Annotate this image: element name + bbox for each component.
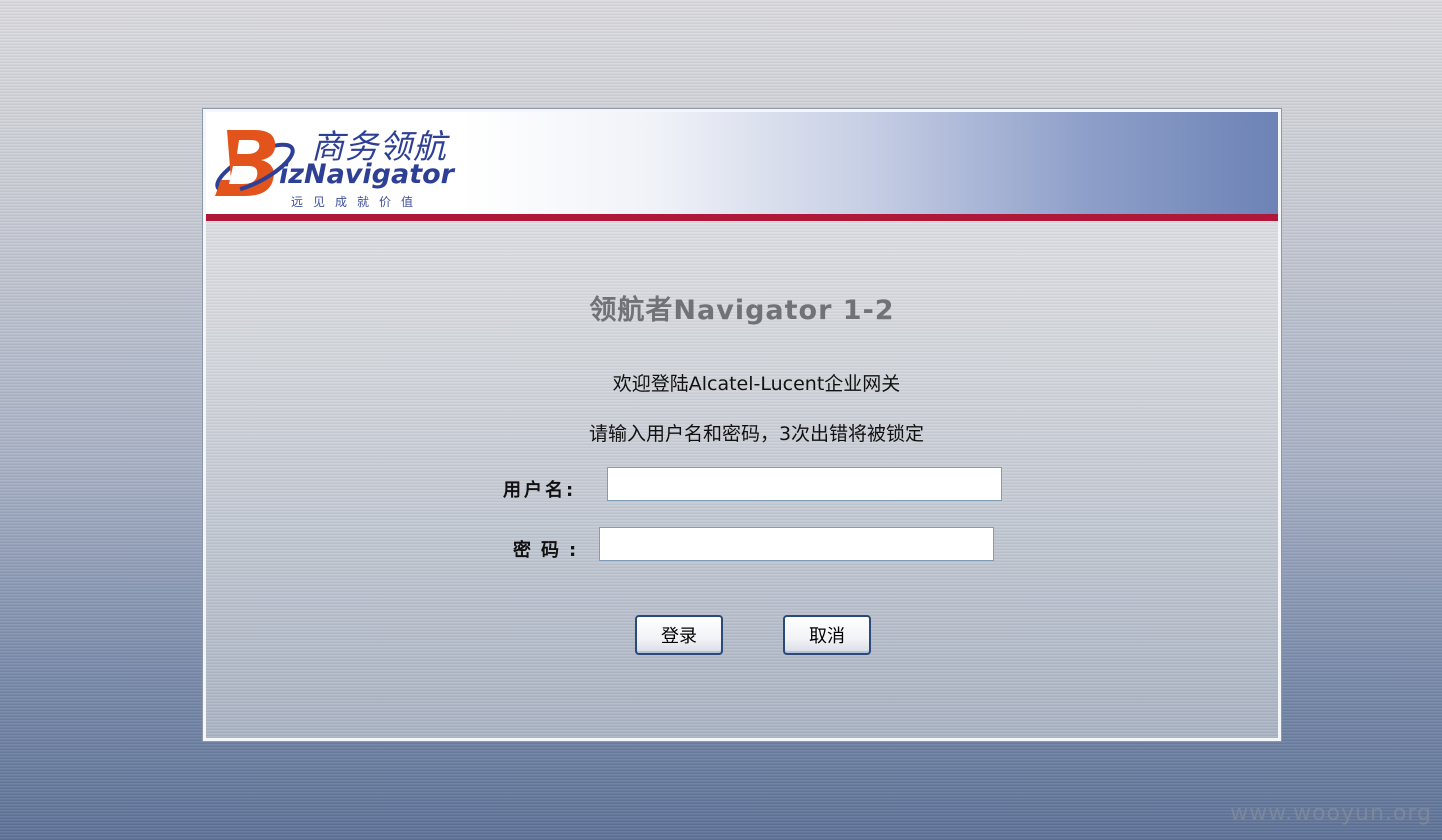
password-input[interactable] — [599, 527, 994, 561]
logo-tagline: 远见成就价值 — [291, 195, 424, 209]
site-watermark: www.wooyun.org — [1230, 801, 1432, 826]
password-label: 密码: — [513, 540, 587, 561]
logo-english-rest: izNavigator — [279, 159, 454, 190]
logo-english-name: BizNavigator — [279, 159, 454, 190]
page-title: 领航者Navigator 1-2 — [589, 295, 895, 326]
username-label: 用户名: — [503, 480, 577, 501]
banner-red-rule — [206, 214, 1278, 221]
header-banner: 商务领航 BizNavigator 远见成就价值 — [206, 112, 1278, 214]
login-button[interactable]: 登录 — [635, 615, 723, 655]
welcome-text: 欢迎登陆Alcatel-Lucent企业网关 — [612, 373, 901, 395]
cancel-button[interactable]: 取消 — [783, 615, 871, 655]
biz-navigator-logo: 商务领航 BizNavigator 远见成就价值 — [211, 116, 471, 210]
lockout-notice: 请输入用户名和密码，3次出错将被锁定 — [588, 423, 925, 445]
login-panel: 商务领航 BizNavigator 远见成就价值 领航者Navigator 1-… — [202, 108, 1282, 742]
username-input[interactable] — [607, 467, 1002, 501]
